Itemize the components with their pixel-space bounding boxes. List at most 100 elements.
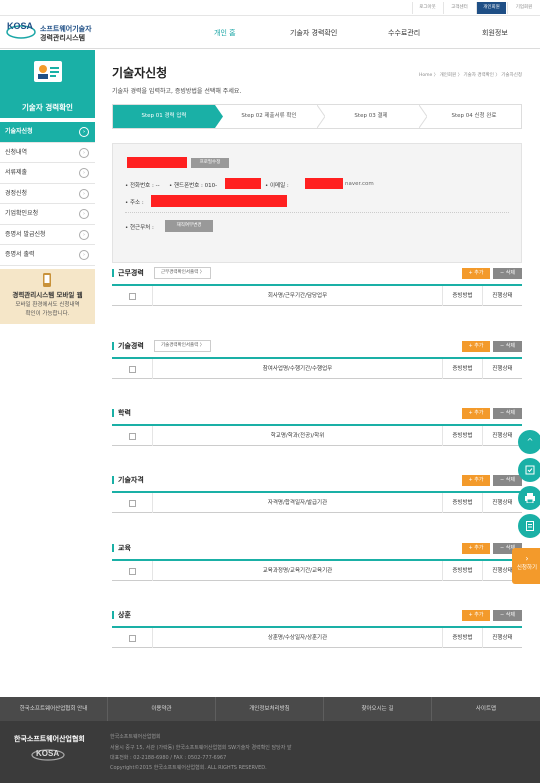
printer-icon	[525, 493, 535, 504]
email-label: • 이메일 :	[265, 183, 289, 189]
section-header-training: 교육 + 추가 − 삭제	[112, 541, 522, 556]
delete-button[interactable]: − 삭제	[493, 268, 522, 279]
step-1: Step 01 경력 입력	[113, 105, 215, 128]
select-all-checkbox[interactable]	[129, 433, 136, 440]
email-domain: naver.com	[345, 181, 374, 187]
footer-link-terms[interactable]: 이용약관	[108, 697, 216, 721]
sidebar: 기술자 경력확인 기술자신청 › 신청내역 › 서류제출 › 경정신청 › 기업확인요청…	[0, 50, 95, 324]
license-table-header: 자격명/합격일자/발급기관 증빙방법 진행상태	[112, 491, 522, 513]
step-3: Step 03 결제	[354, 113, 388, 119]
delete-button[interactable]: − 삭제	[493, 341, 522, 352]
chevron-right-icon: ›	[79, 127, 89, 137]
chevron-up-icon: ^	[526, 437, 534, 446]
column-header: 상훈명/수상일자/상훈기관	[152, 628, 442, 648]
work-cert-print-button[interactable]: 근무경력확인서출력 〉	[154, 267, 212, 279]
mobile-web-banner[interactable]: 경력관리시스템 모바일 웹 모바일 환경에서도 신청내역 확인이 가능합니다.	[0, 268, 95, 324]
nav-fee-management[interactable]: 수수료관리	[388, 28, 420, 38]
footer-link-sitemap[interactable]: 사이트맵	[432, 697, 540, 721]
delete-button[interactable]: − 삭제	[493, 610, 522, 621]
sidebar-item-label: 기술자신청	[5, 128, 33, 135]
delete-button[interactable]: − 삭제	[493, 475, 522, 486]
scroll-top-button[interactable]: ^	[518, 430, 540, 454]
page-subtitle: 기술자 경력을 입력하고, 증빙방법을 선택해 주세요.	[112, 88, 242, 95]
step-2: Step 02 제출서류 확인	[241, 113, 297, 119]
add-button[interactable]: + 추가	[462, 408, 490, 419]
quick-document-button[interactable]	[518, 514, 540, 538]
column-header: 증빙방법	[442, 561, 482, 581]
chevron-right-icon: ›	[79, 147, 89, 158]
select-all-checkbox[interactable]	[129, 568, 136, 575]
sidebar-header: 기술자 경력확인	[0, 50, 95, 118]
section-header-tech: 기술경력 기술경력확인서출력 〉 + 추가 − 삭제	[112, 339, 522, 354]
footer-logo: KOSA	[36, 749, 60, 758]
sidebar-item-certificate-print[interactable]: 증명서 출력 ›	[0, 245, 95, 266]
sidebar-item-correction[interactable]: 경정신청 ›	[0, 184, 95, 204]
sidebar-item-apply[interactable]: 기술자신청 ›	[0, 122, 95, 143]
redacted-address	[151, 195, 287, 207]
sidebar-item-history[interactable]: 신청내역 ›	[0, 143, 95, 163]
training-table-header: 교육과정명/교육기간/교육기관 증빙방법 진행상태	[112, 559, 522, 581]
chevron-right-icon: ›	[79, 250, 89, 260]
select-all-checkbox[interactable]	[129, 366, 136, 373]
column-header: 증빙방법	[442, 493, 482, 513]
profile-card: 프로필수정 • 전화번호 : -- • 핸드폰번호 : 010- • 이메일 :…	[112, 143, 522, 263]
step-arrow-icon	[317, 105, 325, 128]
clipboard-check-icon	[525, 465, 535, 475]
add-button[interactable]: + 추가	[462, 610, 490, 621]
change-employment-button[interactable]: 재직여부변경	[165, 220, 213, 232]
personal-member-tab[interactable]: 개인회원	[476, 2, 506, 14]
section-title: 학력	[112, 409, 131, 417]
quick-check-button[interactable]	[518, 458, 540, 482]
column-header: 회사명/근무기간/담당업무	[152, 286, 442, 306]
sidebar-item-label: 신청내역	[5, 148, 28, 156]
current-workplace-label: • 현근무처 :	[125, 225, 154, 231]
edit-profile-button[interactable]: 프로필수정	[191, 158, 229, 168]
redacted-email	[305, 178, 343, 189]
footer-link-about[interactable]: 한국소프트웨어산업협회 안내	[0, 697, 108, 721]
select-all-checkbox[interactable]	[129, 500, 136, 507]
logout-link[interactable]: 로그아웃	[412, 2, 442, 14]
corporate-member-tab[interactable]: 기업회원	[507, 2, 540, 14]
add-button[interactable]: + 추가	[462, 268, 490, 279]
footer-line4: Copyright©2015 한국소프트웨어산업협회. ALL RIGHTS R…	[110, 765, 267, 771]
nav-member-info[interactable]: 회원정보	[482, 28, 508, 38]
column-header: 증빙방법	[442, 359, 482, 379]
quick-print-button[interactable]	[518, 486, 540, 510]
page-title: 기술자신청	[112, 66, 168, 80]
sidebar-item-company-check[interactable]: 기업확인요청 ›	[0, 204, 95, 225]
education-table-header: 학교명/학과(전공)/학위 증빙방법 진행상태	[112, 424, 522, 446]
logo-line2: 경력관리시스템	[40, 34, 86, 42]
footer-links: 한국소프트웨어산업협회 안내 이용약관 개인정보처리방침 찾아오시는 길 사이트…	[0, 697, 540, 721]
section-title: 근무경력	[112, 269, 144, 277]
tech-table-header: 참여사업명/수행기간/수행업무 증빙방법 진행상태	[112, 357, 522, 379]
apply-floating-button[interactable]: › 신청하기	[512, 548, 540, 584]
mobile-banner-desc1: 모바일 환경에서도 신청내역	[15, 301, 80, 308]
sidebar-title: 기술자 경력확인	[22, 103, 73, 112]
sidebar-item-documents[interactable]: 서류제출 ›	[0, 163, 95, 184]
nav-personal-home[interactable]: 개인 홈	[214, 28, 236, 38]
section-header-license: 기술자격 + 추가 − 삭제	[112, 473, 522, 488]
id-card-icon	[34, 61, 62, 82]
divider	[125, 212, 509, 213]
sidebar-item-label: 증명서 출력	[5, 251, 35, 258]
tech-cert-print-button[interactable]: 기술경력확인서출력 〉	[154, 340, 212, 352]
sidebar-item-label: 기업확인요청	[5, 210, 39, 217]
mobile-label: • 핸드폰번호 : 010-	[169, 183, 218, 189]
footer-link-privacy[interactable]: 개인정보처리방침	[216, 697, 324, 721]
add-button[interactable]: + 추가	[462, 475, 490, 486]
add-button[interactable]: + 추가	[462, 543, 490, 554]
work-table-header: 회사명/근무기간/담당업무 증빙방법 진행상태	[112, 284, 522, 306]
delete-button[interactable]: − 삭제	[493, 408, 522, 419]
select-all-checkbox[interactable]	[129, 293, 136, 300]
add-button[interactable]: + 추가	[462, 341, 490, 352]
nav-career-check[interactable]: 기술자 경력확인	[290, 28, 337, 38]
section-title: 기술경력	[112, 342, 144, 350]
select-all-checkbox[interactable]	[129, 635, 136, 642]
chevron-right-icon: ›	[79, 168, 89, 178]
column-header: 진행상태	[482, 628, 522, 648]
sidebar-item-label: 증명서 발급신청	[5, 230, 46, 238]
sidebar-item-certificate-request[interactable]: 증명서 발급신청 ›	[0, 225, 95, 245]
column-header: 증빙방법	[442, 426, 482, 446]
customer-center-link[interactable]: 고객센터	[443, 2, 475, 14]
footer-link-directions[interactable]: 찾아오시는 길	[324, 697, 432, 721]
